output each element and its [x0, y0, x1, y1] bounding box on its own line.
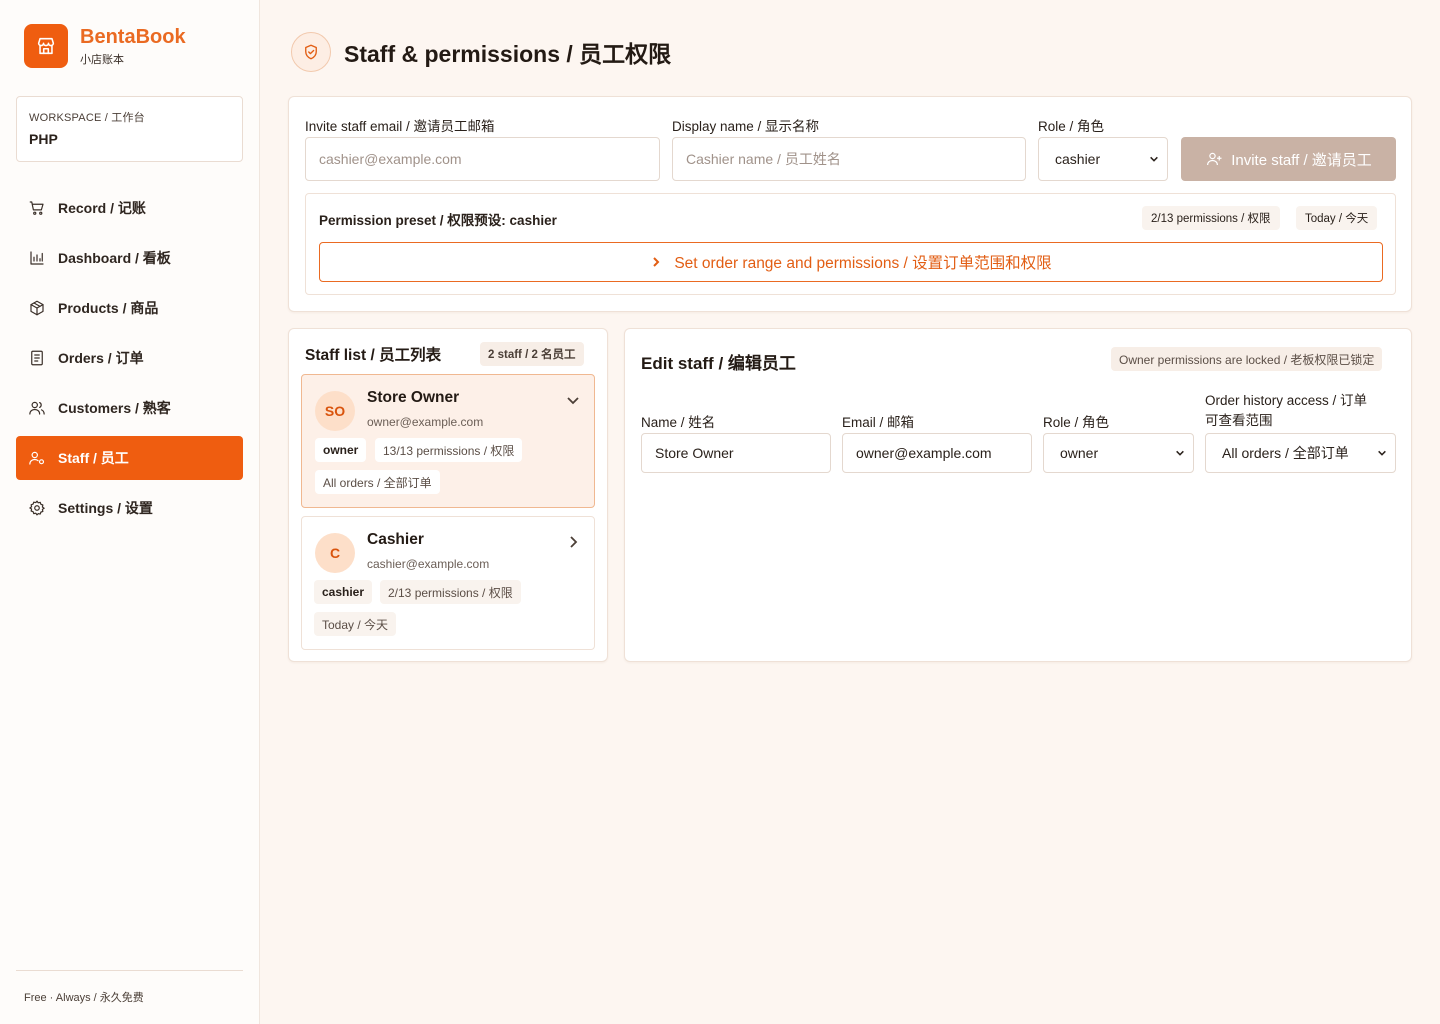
bar-chart-icon [30, 251, 44, 265]
staff-list-title: Staff list / 员工列表 [305, 347, 442, 364]
store-icon [24, 24, 68, 68]
staff-count-badge: 2 staff / 2 名员工 [480, 342, 584, 366]
staff-order-range-chip: Today / 今天 [314, 612, 397, 636]
sidebar-item-label: Dashboard / 看板 [58, 250, 171, 266]
sidebar-nav: Record / 记账 Dashboard / 看板 Products / 商品… [16, 186, 243, 536]
display-name-label: Display name / 显示名称 [672, 119, 820, 134]
staff-role-chip: owner [315, 438, 367, 462]
workspace-selector[interactable]: WORKSPACE / 工作台 PHP [16, 96, 243, 162]
brand[interactable]: BentaBook 小店账本 [24, 24, 186, 68]
staff-list-card: Staff list / 员工列表 2 staff / 2 名员工 SO Sto… [288, 328, 608, 662]
chevron-down-icon[interactable] [566, 393, 580, 407]
receipt-icon [31, 350, 43, 366]
sidebar-item-record[interactable]: Record / 记账 [16, 186, 243, 230]
staff-item-store-owner[interactable]: SO Store Owner owner@example.com owner 1… [301, 374, 595, 508]
order-history-label-line1: Order history access / 订单 [1205, 393, 1368, 408]
order-history-select[interactable]: All orders / 全部订单 [1205, 433, 1396, 473]
order-history-label-line2: 可查看范围 [1205, 413, 1273, 428]
avatar: C [315, 533, 355, 573]
edit-email-input[interactable]: owner@example.com [842, 433, 1032, 473]
sidebar-item-label: Staff / 员工 [58, 450, 129, 466]
set-order-range-button[interactable]: Set order range and permissions / 设置订单范围… [319, 242, 1383, 282]
preset-permission-count: 2/13 permissions / 权限 [1142, 206, 1280, 230]
page-title: Staff & permissions / 员工权限 [344, 41, 672, 67]
sidebar-footer: Free · Always / 永久免费 [16, 970, 243, 1005]
user-plus-icon [1207, 152, 1222, 166]
sidebar-item-staff[interactable]: Staff / 员工 [16, 436, 243, 480]
invite-staff-card: Invite staff email / 邀请员工邮箱 cashier@exam… [288, 96, 1412, 312]
invite-email-input[interactable]: cashier@example.com [305, 137, 660, 181]
edit-name-label: Name / 姓名 [641, 415, 716, 430]
brand-subtitle: 小店账本 [80, 54, 124, 66]
staff-role-chip: cashier [314, 580, 373, 604]
display-name-input[interactable]: Cashier name / 员工姓名 [672, 137, 1026, 181]
staff-permission-chip: 2/13 permissions / 权限 [380, 580, 521, 604]
users-icon [29, 401, 45, 415]
chevron-right-icon[interactable] [566, 535, 580, 549]
sidebar-item-label: Settings / 设置 [58, 500, 153, 516]
workspace-label: WORKSPACE / 工作台 [29, 112, 145, 124]
edit-role-select[interactable]: owner [1043, 433, 1194, 473]
role-select-value: cashier [1055, 151, 1101, 167]
sidebar-item-customers[interactable]: Customers / 熟客 [16, 386, 243, 430]
edit-staff-card: Edit staff / 编辑员工 Owner permissions are … [624, 328, 1412, 662]
cart-icon [29, 201, 44, 215]
permission-preset-panel: Permission preset / 权限预设: cashier 2/13 p… [305, 193, 1396, 295]
invite-email-label: Invite staff email / 邀请员工邮箱 [305, 119, 495, 134]
chevron-down-icon [1176, 450, 1184, 456]
edit-staff-title: Edit staff / 编辑员工 [641, 354, 796, 373]
staff-item-cashier[interactable]: C Cashier cashier@example.com cashier 2/… [301, 516, 595, 650]
owner-locked-badge: Owner permissions are locked / 老板权限已锁定 [1111, 347, 1383, 371]
staff-email: owner@example.com [367, 415, 484, 429]
gear-icon [29, 500, 45, 516]
preset-title: Permission preset / 权限预设: cashier [319, 213, 557, 228]
sidebar-item-dashboard[interactable]: Dashboard / 看板 [16, 236, 243, 280]
staff-email: cashier@example.com [367, 557, 490, 571]
order-history-value: All orders / 全部订单 [1222, 445, 1349, 461]
order-history-label: Order history access / 订单 可查看范围 [1205, 391, 1367, 431]
set-order-range-label: Set order range and permissions / 设置订单范围… [674, 255, 1052, 272]
workspace-value: PHP [29, 131, 58, 147]
chevron-right-icon [653, 257, 660, 267]
sidebar-item-products[interactable]: Products / 商品 [16, 286, 243, 330]
edit-role-label: Role / 角色 [1043, 415, 1110, 430]
sidebar: BentaBook 小店账本 WORKSPACE / 工作台 PHP Recor… [0, 0, 260, 1024]
staff-name: Cashier [367, 531, 424, 548]
chevron-down-icon [1378, 450, 1386, 456]
box-icon [30, 300, 44, 316]
staff-icon [29, 451, 45, 465]
invite-staff-button[interactable]: Invite staff / 邀请员工 [1181, 137, 1396, 181]
staff-order-range-chip: All orders / 全部订单 [315, 470, 440, 494]
invite-staff-button-label: Invite staff / 邀请员工 [1231, 151, 1372, 169]
staff-permission-chip: 13/13 permissions / 权限 [375, 438, 523, 462]
role-select[interactable]: cashier [1038, 137, 1168, 181]
role-label: Role / 角色 [1038, 119, 1105, 134]
edit-role-value: owner [1060, 445, 1099, 461]
page-header: Staff & permissions / 员工权限 [291, 32, 671, 72]
sidebar-item-label: Record / 记账 [58, 200, 146, 216]
staff-name: Store Owner [367, 389, 460, 406]
sidebar-item-label: Products / 商品 [58, 300, 159, 316]
chevron-down-icon [1150, 156, 1158, 162]
avatar: SO [315, 391, 355, 431]
sidebar-item-settings[interactable]: Settings / 设置 [16, 486, 243, 530]
sidebar-item-label: Customers / 熟客 [58, 400, 171, 416]
shield-check-icon [291, 32, 331, 72]
sidebar-item-orders[interactable]: Orders / 订单 [16, 336, 243, 380]
sidebar-item-label: Orders / 订单 [58, 350, 144, 366]
brand-name: BentaBook [80, 26, 186, 48]
preset-date-range: Today / 今天 [1296, 206, 1378, 230]
edit-name-input[interactable]: Store Owner [641, 433, 831, 473]
edit-email-label: Email / 邮箱 [842, 415, 915, 430]
